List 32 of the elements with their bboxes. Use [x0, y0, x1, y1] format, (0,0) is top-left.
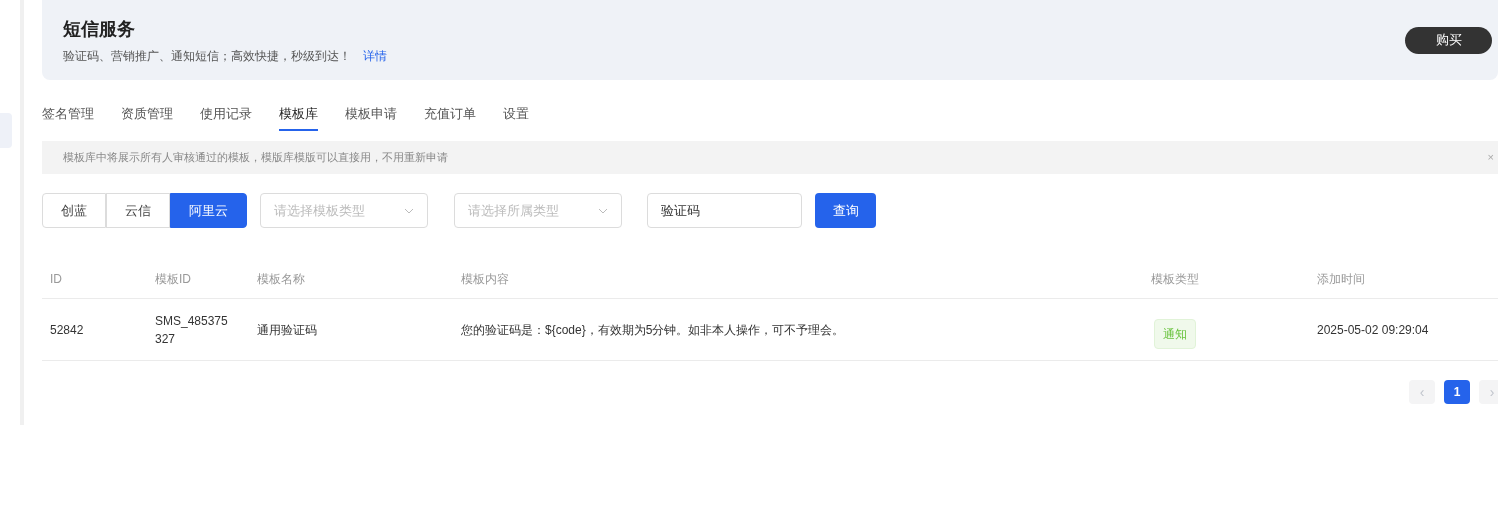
column-header: 模板内容	[461, 272, 509, 286]
tab[interactable]: 设置	[503, 99, 529, 131]
tab[interactable]: 资质管理	[121, 99, 173, 131]
buy-button[interactable]: 购买	[1405, 26, 1492, 54]
chevron-down-icon	[404, 207, 414, 214]
column-header: 模板名称	[257, 272, 305, 286]
chevron-down-icon	[598, 207, 608, 214]
tab[interactable]: 签名管理	[42, 99, 94, 131]
query-button[interactable]: 查询	[815, 193, 876, 228]
provider-toggle[interactable]: 创蓝	[42, 193, 106, 228]
column-header: 添加时间	[1317, 272, 1365, 286]
tab[interactable]: 充值订单	[424, 99, 476, 131]
page-button[interactable]: 1	[1444, 380, 1470, 404]
table-cell: 通用验证码	[257, 322, 317, 337]
notice-text: 模板库中将展示所有人审核通过的模板，模版库模版可以直接用，不用重新申请	[63, 150, 449, 166]
provider-toggle[interactable]: 云信	[106, 193, 170, 228]
header-subtitle: 验证码、营销推广、通知短信；高效快捷，秒级到达！	[63, 47, 351, 65]
tab[interactable]: 模板库	[279, 99, 318, 131]
header-title: 短信服务	[63, 17, 136, 41]
table-cell: 2025-05-02 09:29:04	[1317, 322, 1429, 337]
details-link[interactable]: 详情	[363, 46, 387, 65]
tab[interactable]: 使用记录	[200, 99, 252, 131]
type-tag: 通知	[1154, 318, 1196, 349]
table-cell: 52842	[50, 322, 84, 337]
tab[interactable]: 模板申请	[345, 99, 397, 131]
provider-toggle[interactable]: 阿里云	[170, 193, 247, 228]
column-header: 模板类型	[1151, 271, 1199, 288]
table-cell: 您的验证码是：${code}，有效期为5分钟。如非本人操作，可不予理会。	[461, 322, 845, 337]
keyword-field[interactable]: 验证码	[647, 193, 802, 228]
column-header: ID	[50, 272, 62, 286]
column-header: 模板ID	[155, 272, 191, 286]
table-cell: SMS_485375327	[155, 313, 228, 346]
